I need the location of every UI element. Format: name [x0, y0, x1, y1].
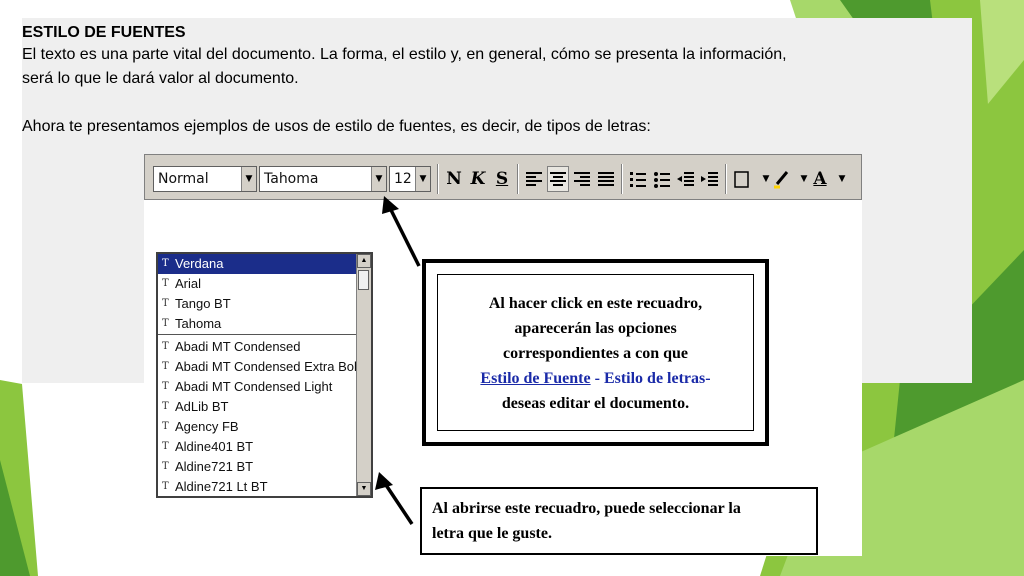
- intro-paragraph-line-1: El texto es una parte vital del document…: [22, 46, 787, 63]
- word-screenshot: Normal ▼ Tahoma ▼ 12 ▼ N K S ▼ ▼ A ▼ T V…: [144, 154, 862, 556]
- arrowhead: [382, 196, 399, 214]
- arrow-to-font-box: [387, 205, 421, 267]
- callout-arrows: [375, 196, 421, 525]
- arrowhead: [375, 472, 393, 490]
- arrow-to-font-list: [382, 481, 414, 525]
- slide-title: ESTILO DE FUENTES: [22, 24, 186, 41]
- intro-paragraph-line-2: será lo que le dará valor al documento.: [22, 70, 299, 87]
- examples-paragraph: Ahora te presentamos ejemplos de usos de…: [22, 118, 651, 135]
